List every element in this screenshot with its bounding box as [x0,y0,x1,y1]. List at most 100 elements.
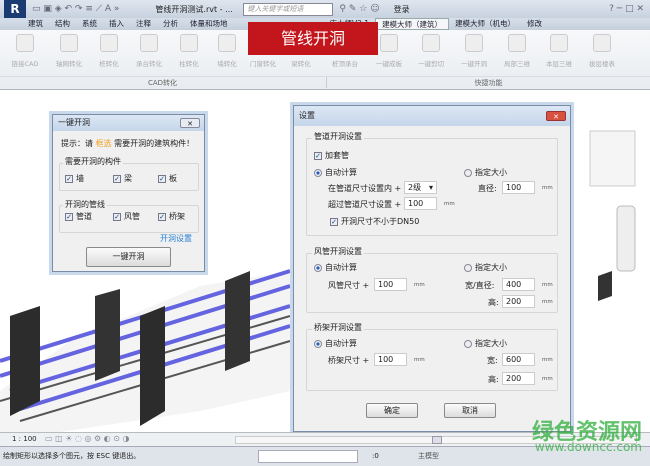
duct-size-label: 风管尺寸 + [328,281,370,290]
tray-fixed-radio[interactable]: 指定大小 [464,338,507,349]
title-bar: R ▭ ▣ ◈ ↶ ↷ ≡ ⟋ A » 管线开洞测试.rvt - ... 键入关… [0,0,650,18]
app-menu-button[interactable]: R [4,0,26,18]
tab-annotate[interactable]: 注释 [130,18,157,30]
watermark-url: www.downcc.com [534,440,642,454]
wall-panel [10,306,40,416]
tray-width-input[interactable]: 600 [502,353,535,366]
duct-auto-radio[interactable]: 自动计算 [314,262,357,273]
cad-icon [16,34,34,52]
grid-convert-button[interactable]: 轴网转化 [50,34,88,68]
diameter-label: 直径: [478,184,497,193]
opening-icon [465,34,483,52]
duct-fixed-radio[interactable]: 指定大小 [464,262,507,273]
floor-3d-button[interactable]: 本层三维 [540,34,578,68]
table-icon [593,34,611,52]
pipe-fixed-radio[interactable]: 指定大小 [464,167,507,178]
min-dn50-checkbox[interactable]: ✓ 开洞尺寸不小于DN50 [330,216,419,227]
cap-convert-button[interactable]: 承台转化 [130,34,168,68]
one-click-cut-button[interactable]: 一键剪切 [412,34,450,68]
scale-selector[interactable]: 1 : 100 [12,435,37,443]
link-cad-button[interactable]: 链接CAD [6,34,44,68]
duct-size-input[interactable]: 100 [374,278,407,291]
button-label: 梁转化 [291,60,311,68]
button-label: 链接CAD [11,60,39,68]
scrollbar-thumb[interactable] [432,436,442,444]
one-click-opening-button[interactable]: 一键开洞 [455,34,493,68]
wall-panel [140,306,165,426]
unit: mm [542,299,553,305]
floor-table-button[interactable]: 拔层楼表 [583,34,621,68]
login-button[interactable]: 登录 [394,4,410,15]
window-controls[interactable]: ? ─ □ ✕ [609,4,644,14]
tray-height-input[interactable]: 200 [502,372,535,385]
button-label: 桩顶承台 [332,60,358,68]
tab-modify[interactable]: 修改 [521,18,548,30]
quick-access-icons[interactable]: ▭ ▣ ◈ ↶ ↷ ≡ ⟋ A » [32,4,119,14]
tab-architecture[interactable]: 建筑 [22,18,49,30]
floor-icon [550,34,568,52]
tab-insert[interactable]: 插入 [103,18,130,30]
button-label: 一键成板 [376,60,402,68]
pipe-auto-radio[interactable]: 自动计算 [314,167,357,178]
cut-icon [422,34,440,52]
tab-analyze[interactable]: 分析 [157,18,184,30]
checkbox-slab[interactable]: ✓ 板 [158,173,177,184]
duct-height-input[interactable]: 200 [502,295,535,308]
model-selector[interactable]: 主模型 [418,447,439,466]
sleeve-checkbox[interactable]: ✓ 加套管 [314,150,349,161]
duct-width-label: 宽/直径: [465,281,495,290]
inside-level-select[interactable]: 2级 ▾ [404,181,437,194]
group-cad: CAD转化 [0,76,325,88]
diameter-input[interactable]: 100 [502,181,535,194]
tab-massing[interactable]: 体量和场地 [184,18,234,30]
checkbox-duct[interactable]: ✓ 风管 [113,211,140,222]
checkbox-wall[interactable]: ✓ 墙 [65,173,84,184]
navigation-bar[interactable] [616,205,636,272]
wall-convert-button[interactable]: 墙转化 [208,34,246,68]
local-3d-button[interactable]: 局部三维 [498,34,536,68]
tray-size-label: 桥架尺寸 + [328,356,370,365]
wall-icon [218,34,236,52]
settings-link[interactable]: 开洞设置 [160,233,192,244]
search-input[interactable]: 键入关键字或短语 [243,2,334,16]
view-control-icons[interactable]: ▭ ◫ ☀ ◌ ◎ ⚙ ◐ ⊙ ◑ [45,434,129,443]
run-opening-button[interactable]: 一键开洞 [86,247,171,267]
workset-select[interactable] [258,450,358,463]
ok-button[interactable]: 确定 [366,403,418,418]
hint-suffix: 需要开洞的建筑构件！ [114,139,195,148]
unit: mm [414,357,425,363]
column-convert-button[interactable]: 柱转化 [170,34,208,68]
over-label: 超过管道尺寸设置 + [328,200,402,209]
group-label: 风管开洞设置 [312,246,364,257]
tab-structure[interactable]: 结构 [49,18,76,30]
duct-width-input[interactable]: 400 [502,278,535,291]
group-label: 桥架开洞设置 [312,322,364,333]
close-button[interactable]: ✕ [180,118,200,128]
tab-modeling-arch[interactable]: 建模大师（建筑） [375,18,450,30]
unit: mm [542,357,553,363]
checkbox-beam[interactable]: ✓ 梁 [113,173,132,184]
3d-icon [508,34,526,52]
inside-label: 在管道尺寸设置内 + [328,184,402,193]
unit: mm [444,201,455,207]
checkbox-tray[interactable]: ✓ 桥架 [158,211,185,222]
tab-modeling-mep[interactable]: 建模大师（机电） [449,18,521,30]
status-message: 绘制矩形以选择多个图元，按 ESC 键退出。 [3,452,141,460]
checkbox-pipe[interactable]: ✓ 管道 [65,211,92,222]
tray-size-input[interactable]: 100 [374,353,407,366]
close-button[interactable]: ✕ [546,111,566,121]
tray-auto-radio[interactable]: 自动计算 [314,338,357,349]
pile-convert-button[interactable]: 桩转化 [90,34,128,68]
group-label: 管道开洞设置 [312,131,364,142]
viewcube-icon[interactable] [589,130,636,187]
help-icons[interactable]: ⚲ ✎ ☆ ☺ [339,4,379,14]
cancel-button[interactable]: 取消 [444,403,496,418]
unit: mm [542,376,553,382]
hint-text: 提示：请 框选 需要开洞的建筑构件！ [61,138,194,149]
group-quick: 快捷功能 [326,76,650,88]
over-input[interactable]: 100 [404,197,437,210]
tab-systems[interactable]: 系统 [76,18,103,30]
duct-height-label: 高: [488,298,499,307]
unit: mm [542,185,553,191]
column-icon [180,34,198,52]
